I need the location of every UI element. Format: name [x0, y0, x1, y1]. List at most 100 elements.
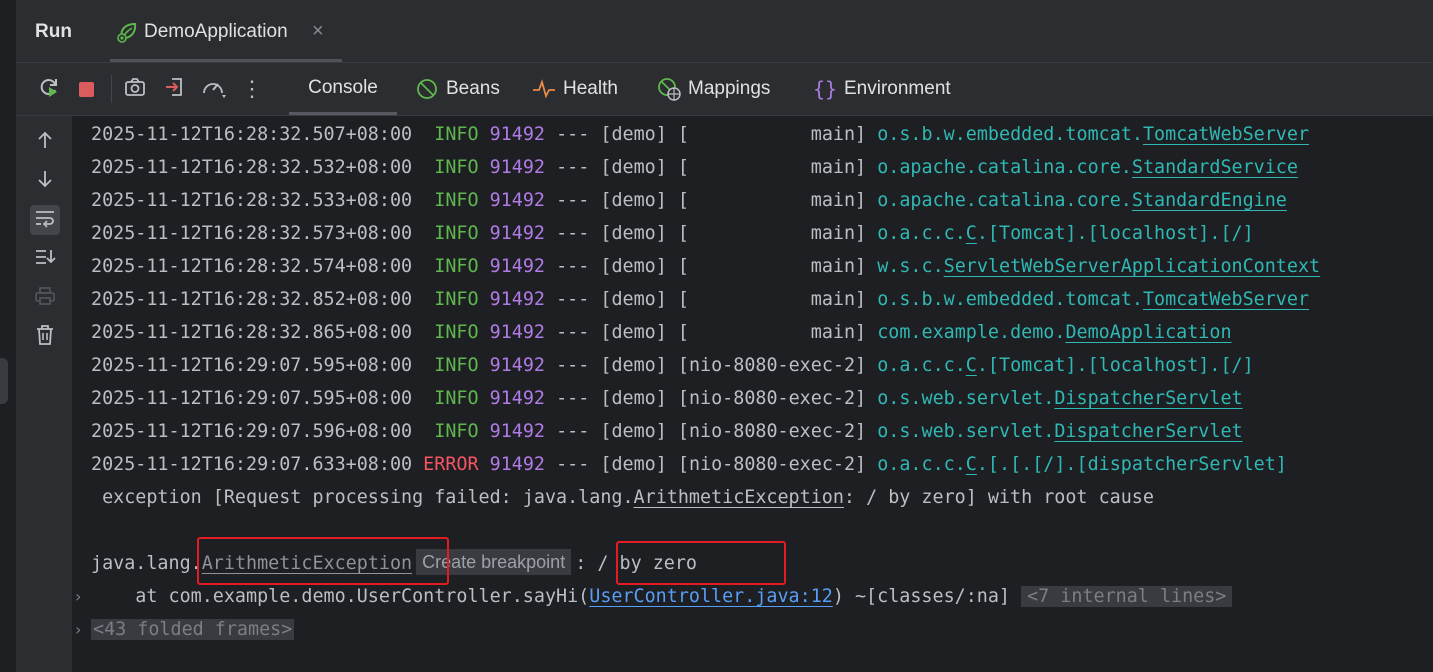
- more-options-button[interactable]: ⋮: [239, 76, 265, 102]
- log-logger: o.a.c.c.C.[Tomcat].[localhost].[/]: [877, 355, 1253, 376]
- log-timestamp: 2025-11-12T16:29:07.595+08:00: [91, 355, 413, 376]
- logger-class-link[interactable]: C: [966, 454, 977, 475]
- clear-all-button[interactable]: [30, 322, 60, 352]
- trash-icon: [35, 324, 55, 351]
- log-app: [demo]: [600, 454, 667, 475]
- log-app: [demo]: [600, 124, 667, 145]
- log-line: 2025-11-12T16:28:32.532+08:00 INFO 91492…: [91, 151, 1298, 184]
- frame-suffix: ) ~[classes/:na]: [832, 586, 1010, 607]
- log-line: 2025-11-12T16:29:07.595+08:00 INFO 91492…: [91, 382, 1243, 415]
- log-level: ERROR: [423, 454, 479, 475]
- log-app: [demo]: [600, 289, 667, 310]
- close-icon[interactable]: ×: [312, 20, 324, 43]
- scroll-up-button[interactable]: [30, 127, 60, 157]
- logger-class-link[interactable]: DemoApplication: [1065, 322, 1231, 343]
- tab-demo-application[interactable]: DemoApplication ×: [110, 0, 342, 62]
- folded-frames-fold[interactable]: <43 folded frames>: [91, 619, 295, 640]
- logger-class-link[interactable]: ServletWebServerApplicationContext: [944, 256, 1320, 277]
- log-thread: [ main]: [677, 223, 867, 244]
- log-thread: [nio-8080-exec-2]: [677, 388, 867, 409]
- tab-label: DemoApplication: [144, 21, 288, 42]
- log-thread: [ main]: [677, 256, 867, 277]
- frame-prefix: at com.example.demo.UserController.sayHi…: [91, 586, 590, 607]
- soft-wrap-button[interactable]: [30, 205, 60, 235]
- logger-package: o.apache.catalina.core.: [877, 157, 1132, 178]
- logger-class-link[interactable]: TomcatWebServer: [1143, 124, 1309, 145]
- logger-class-link[interactable]: C: [966, 355, 977, 376]
- log-line: 2025-11-12T16:28:32.533+08:00 INFO 91492…: [91, 184, 1287, 217]
- expand-arrow-icon[interactable]: ›: [75, 580, 81, 613]
- mappings-icon: [656, 76, 682, 102]
- logger-class-link[interactable]: StandardService: [1132, 157, 1298, 178]
- log-separator: ---: [556, 355, 590, 376]
- scroll-to-end-button[interactable]: [30, 244, 60, 274]
- logger-class-link[interactable]: TomcatWebServer: [1143, 289, 1309, 310]
- rerun-button[interactable]: [36, 76, 62, 102]
- tab-environment-label: Environment: [844, 78, 951, 99]
- logger-class-link[interactable]: DispatcherServlet: [1054, 421, 1242, 442]
- log-level: INFO: [423, 355, 479, 376]
- exit-icon: [163, 75, 187, 104]
- log-timestamp: 2025-11-12T16:29:07.633+08:00: [91, 454, 413, 475]
- log-pid: 91492: [489, 322, 545, 343]
- tab-beans[interactable]: Beans: [414, 63, 500, 115]
- dump-threads-button[interactable]: [122, 76, 148, 102]
- camera-icon: [123, 75, 147, 104]
- profiler-button[interactable]: [201, 76, 227, 102]
- log-timestamp: 2025-11-12T16:29:07.595+08:00: [91, 388, 413, 409]
- log-pid: 91492: [489, 124, 545, 145]
- log-level: INFO: [423, 322, 479, 343]
- tab-mappings[interactable]: Mappings: [656, 63, 770, 115]
- print-button[interactable]: [30, 283, 60, 313]
- panel-resize-handle[interactable]: [0, 358, 8, 404]
- run-panel-title: Run: [35, 21, 72, 42]
- log-line: 2025-11-12T16:29:07.633+08:00 ERROR 9149…: [91, 448, 1287, 481]
- source-link[interactable]: UserController.java:12: [589, 586, 833, 607]
- logger-class-link[interactable]: C: [966, 223, 977, 244]
- logger-class-link[interactable]: StandardEngine: [1132, 190, 1287, 211]
- log-separator: ---: [556, 421, 590, 442]
- logger-class-link[interactable]: DispatcherServlet: [1054, 388, 1242, 409]
- environment-icon: {}: [812, 77, 838, 101]
- log-level: INFO: [423, 124, 479, 145]
- log-app: [demo]: [600, 388, 667, 409]
- expand-arrow-icon[interactable]: ›: [75, 613, 81, 646]
- log-pid: 91492: [489, 157, 545, 178]
- exception-class[interactable]: ArithmeticException: [634, 487, 844, 508]
- log-level: INFO: [423, 289, 479, 310]
- trace-package: java.lang.: [91, 553, 202, 574]
- tab-console-label: Console: [308, 76, 378, 98]
- internal-lines-fold[interactable]: <7 internal lines>: [1021, 586, 1233, 607]
- console-output[interactable]: 2025-11-12T16:28:32.507+08:00 INFO 91492…: [73, 116, 1433, 672]
- log-level: INFO: [423, 256, 479, 277]
- log-timestamp: 2025-11-12T16:28:32.573+08:00: [91, 223, 413, 244]
- spring-run-icon: [116, 20, 140, 44]
- stop-button[interactable]: [73, 76, 99, 102]
- log-pid: 91492: [489, 190, 545, 211]
- log-separator: ---: [556, 322, 590, 343]
- log-logger: o.s.web.servlet.DispatcherServlet: [877, 421, 1242, 442]
- logger-package: o.s.b.w.embedded.tomcat.: [877, 289, 1143, 310]
- log-thread: [ main]: [677, 289, 867, 310]
- log-app: [demo]: [600, 256, 667, 277]
- log-app: [demo]: [600, 190, 667, 211]
- left-edge-strip: [0, 0, 16, 672]
- scroll-down-button[interactable]: [30, 166, 60, 196]
- log-thread: [ main]: [677, 190, 867, 211]
- log-line: 2025-11-12T16:28:32.574+08:00 INFO 91492…: [91, 250, 1320, 283]
- log-line: 2025-11-12T16:28:32.865+08:00 INFO 91492…: [91, 316, 1232, 349]
- log-logger: o.s.b.w.embedded.tomcat.TomcatWebServer: [877, 289, 1309, 310]
- gauge-icon: [201, 75, 227, 104]
- tab-health-label: Health: [563, 78, 618, 99]
- log-logger: o.apache.catalina.core.StandardService: [877, 157, 1298, 178]
- tab-console[interactable]: Console: [289, 63, 397, 115]
- tab-health[interactable]: Health: [531, 63, 618, 115]
- logger-suffix: .[Tomcat].[localhost].[/]: [976, 223, 1254, 244]
- restore-layout-button[interactable]: [162, 76, 188, 102]
- log-separator: ---: [556, 388, 590, 409]
- log-level: INFO: [423, 223, 479, 244]
- exception-line: exception [Request processing failed: ja…: [91, 481, 1154, 514]
- logger-suffix: .[.[.[/].[dispatcherServlet]: [976, 454, 1287, 475]
- tab-environment[interactable]: {} Environment: [812, 63, 951, 115]
- logger-package: o.a.c.c.: [877, 355, 966, 376]
